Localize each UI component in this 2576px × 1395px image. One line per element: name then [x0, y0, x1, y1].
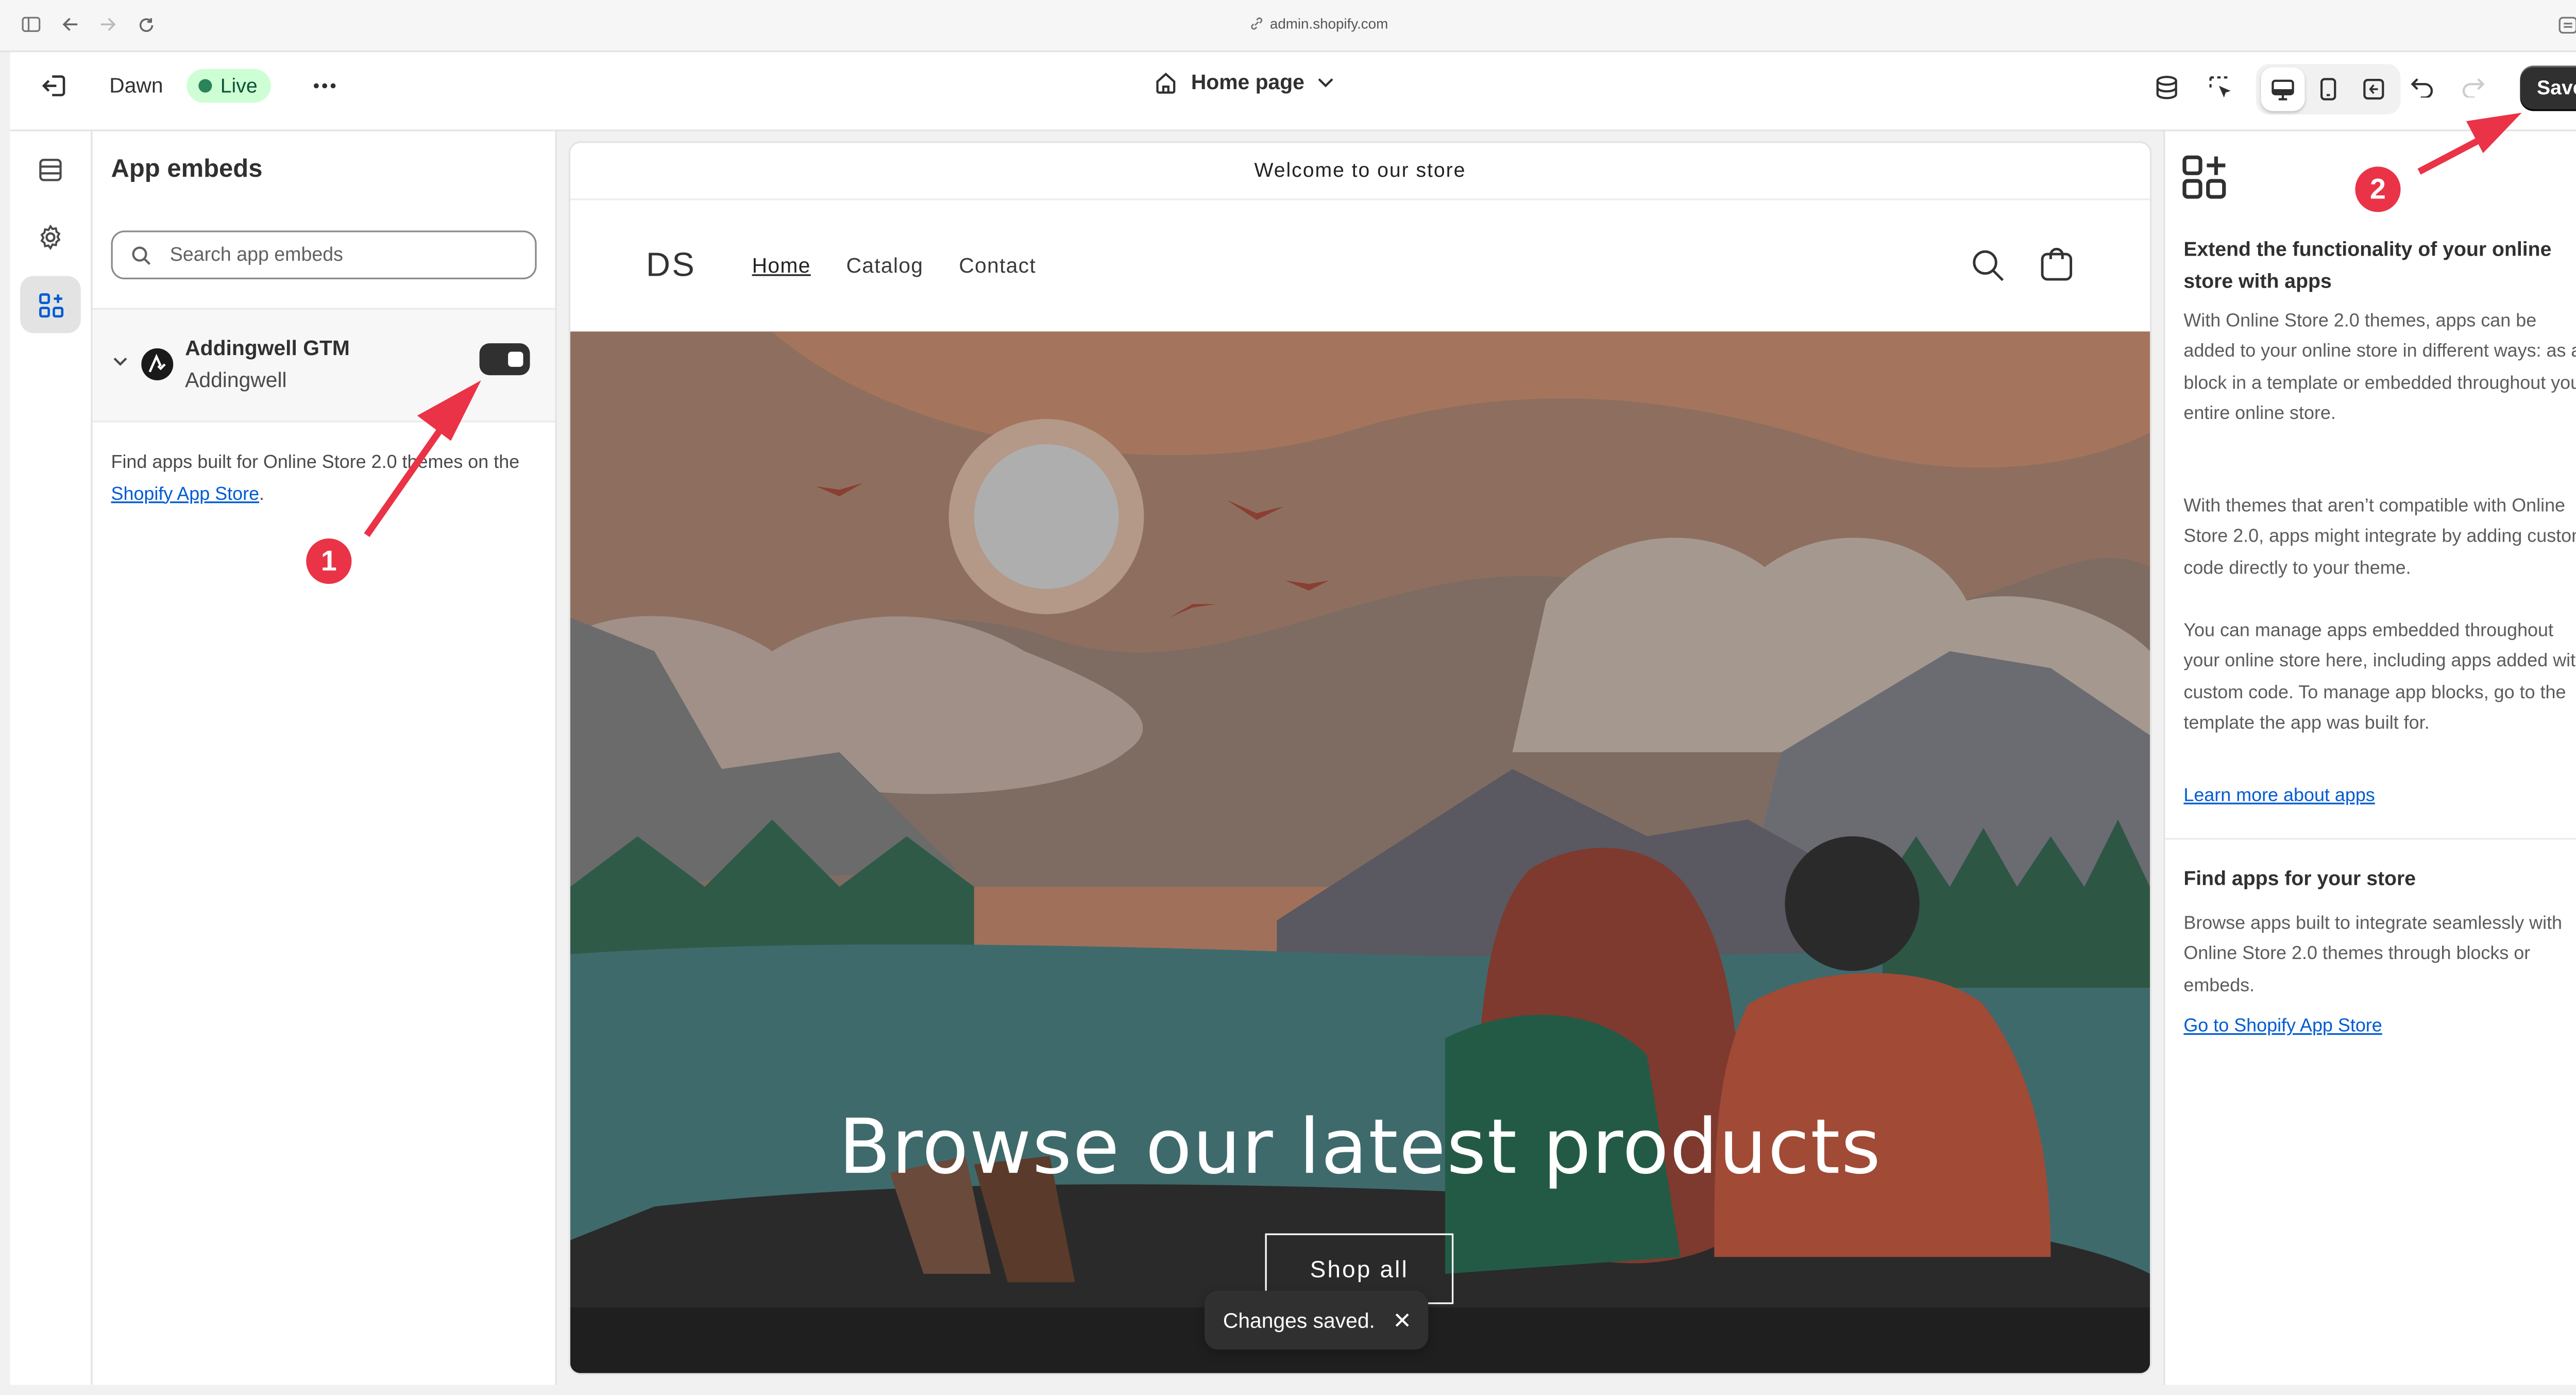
screenshot-stage: admin.shopify.com Dawn Live Home page Sa… — [0, 0, 2576, 1395]
annotation-badge: 1 — [306, 538, 352, 584]
annotation-badge: 2 — [2355, 166, 2401, 212]
annotation-arrows — [364, 112, 2522, 537]
